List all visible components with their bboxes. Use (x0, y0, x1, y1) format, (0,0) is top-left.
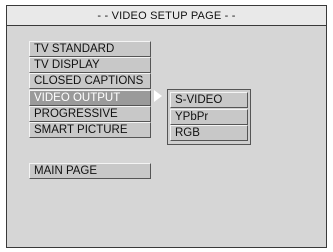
option-rgb[interactable]: RGB (170, 125, 248, 141)
menu-item-progressive[interactable]: PROGRESSIVE (29, 106, 151, 122)
option-ypbpr[interactable]: YPbPr (170, 109, 248, 125)
option-s-video[interactable]: S-VIDEO (170, 92, 248, 108)
triangle-right-icon (154, 90, 162, 102)
menu-item-smart-picture[interactable]: SMART PICTURE (29, 122, 151, 138)
menu-item-tv-display[interactable]: TV DISPLAY (29, 57, 151, 73)
menu-item-closed-captions[interactable]: CLOSED CAPTIONS (29, 73, 151, 89)
menu-item-tv-standard[interactable]: TV STANDARD (29, 41, 151, 57)
page-title: - - VIDEO SETUP PAGE - - (7, 6, 326, 26)
main-page-button[interactable]: MAIN PAGE (29, 163, 151, 179)
menu-item-video-output[interactable]: VIDEO OUTPUT (29, 90, 151, 106)
